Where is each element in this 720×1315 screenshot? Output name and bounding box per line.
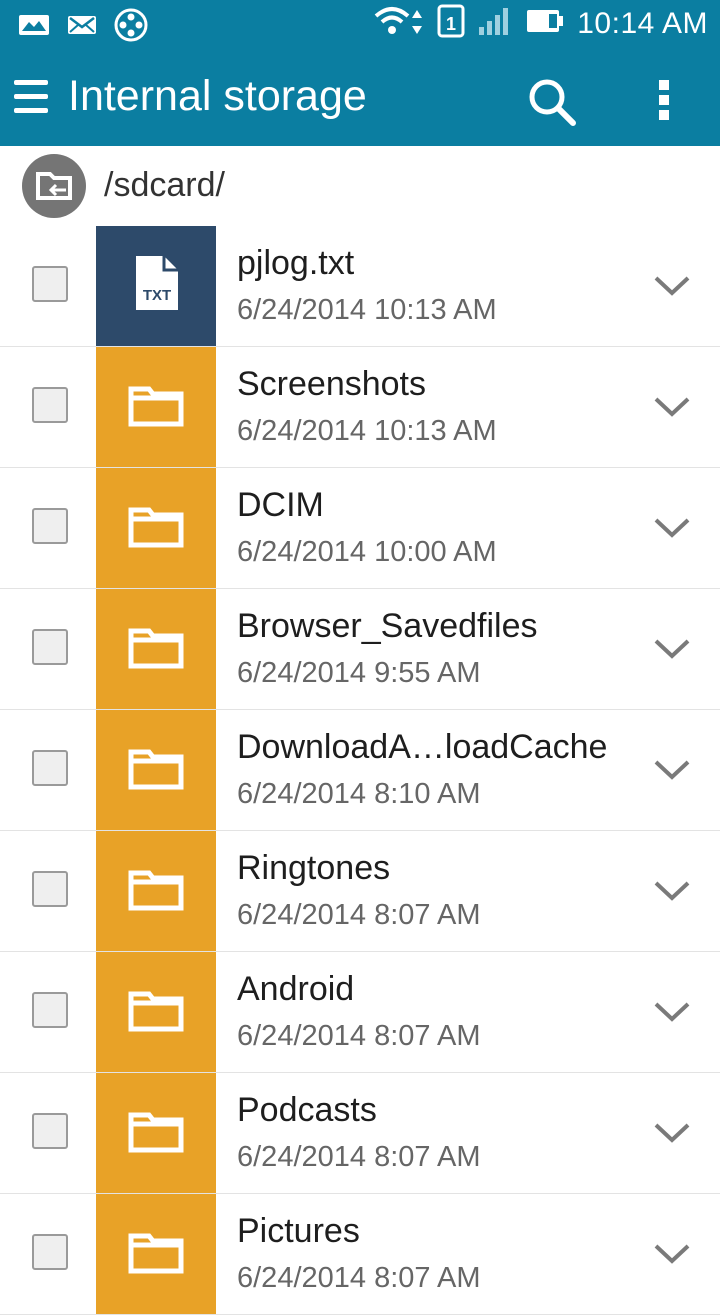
chevron-down-icon [654, 881, 690, 901]
expand-button[interactable] [652, 879, 692, 903]
folder-return-icon [36, 172, 72, 200]
select-checkbox[interactable] [32, 992, 68, 1028]
expand-button[interactable] [652, 395, 692, 419]
chevron-down-icon [654, 760, 690, 780]
status-bar: 1 10:14 AM [0, 0, 720, 50]
file-name: pjlog.txt [237, 244, 355, 282]
chevron-down-icon [654, 276, 690, 296]
folder-thumbnail [96, 1194, 216, 1314]
svg-text:1: 1 [446, 14, 456, 34]
list-item[interactable]: Browser_Savedfiles 6/24/2014 9:55 AM [0, 589, 720, 710]
file-date: 6/24/2014 10:13 AM [237, 294, 497, 326]
select-checkbox[interactable] [32, 1234, 68, 1270]
system-icons: 1 10:14 AM [373, 4, 708, 43]
folder-thumbnail [96, 468, 216, 588]
search-icon [529, 79, 576, 126]
file-list: TXT pjlog.txt 6/24/2014 10:13 AM Screenshot… [0, 226, 720, 1315]
list-item[interactable]: Ringtones 6/24/2014 8:07 AM [0, 831, 720, 952]
select-checkbox[interactable] [32, 266, 68, 302]
clock: 10:14 AM [577, 6, 708, 40]
page-title: Internal storage [68, 72, 367, 120]
chevron-down-icon [654, 397, 690, 417]
file-date: 6/24/2014 8:07 AM [237, 899, 481, 931]
select-checkbox[interactable] [32, 1113, 68, 1149]
text-file-icon: TXT [136, 256, 178, 310]
file-name: Screenshots [237, 365, 426, 403]
file-name: Pictures [237, 1212, 360, 1250]
file-date: 6/24/2014 8:10 AM [237, 778, 481, 810]
expand-button[interactable] [652, 758, 692, 782]
current-path: /sdcard/ [104, 166, 225, 204]
expand-button[interactable] [652, 1242, 692, 1266]
file-date: 6/24/2014 8:07 AM [237, 1020, 481, 1052]
file-date: 6/24/2014 10:00 AM [237, 536, 497, 568]
file-name: DCIM [237, 486, 324, 524]
select-checkbox[interactable] [32, 750, 68, 786]
select-checkbox[interactable] [32, 508, 68, 544]
chevron-down-icon [654, 639, 690, 659]
path-bar: /sdcard/ [0, 146, 720, 227]
path-back-button[interactable] [22, 154, 86, 218]
expand-button[interactable] [652, 1121, 692, 1145]
sim-icon: 1 [437, 4, 465, 43]
file-date: 6/24/2014 8:07 AM [237, 1262, 481, 1294]
chevron-down-icon [654, 518, 690, 538]
notification-icons [18, 8, 148, 47]
email-notification-icon [66, 12, 98, 43]
list-item[interactable]: Android 6/24/2014 8:07 AM [0, 952, 720, 1073]
list-item[interactable]: TXT pjlog.txt 6/24/2014 10:13 AM [0, 226, 720, 347]
more-vert-icon [659, 80, 669, 120]
file-name: Browser_Savedfiles [237, 607, 538, 645]
folder-thumbnail [96, 952, 216, 1072]
media-reel-icon [114, 8, 148, 47]
expand-button[interactable] [652, 274, 692, 298]
select-checkbox[interactable] [32, 629, 68, 665]
select-checkbox[interactable] [32, 387, 68, 423]
folder-thumbnail [96, 1073, 216, 1193]
expand-button[interactable] [652, 516, 692, 540]
battery-icon [525, 8, 565, 39]
wifi-icon [373, 4, 425, 43]
list-item[interactable]: Podcasts 6/24/2014 8:07 AM [0, 1073, 720, 1194]
chevron-down-icon [654, 1123, 690, 1143]
app-bar: Internal storage [0, 50, 720, 146]
folder-thumbnail [96, 831, 216, 951]
folder-thumbnail [96, 589, 216, 709]
file-name: DownloadA…loadCache [237, 728, 608, 766]
chevron-down-icon [654, 1002, 690, 1022]
menu-icon [14, 80, 48, 85]
gallery-notification-icon [18, 12, 50, 43]
chevron-down-icon [654, 1244, 690, 1264]
svg-text:TXT: TXT [143, 287, 171, 304]
folder-thumbnail [96, 710, 216, 830]
file-name: Android [237, 970, 355, 1008]
list-item[interactable]: Pictures 6/24/2014 8:07 AM [0, 1194, 720, 1315]
select-checkbox[interactable] [32, 871, 68, 907]
expand-button[interactable] [652, 637, 692, 661]
navigation-menu-button[interactable] [14, 80, 50, 116]
more-options-button[interactable] [650, 78, 678, 122]
search-button[interactable] [526, 76, 578, 128]
file-name: Podcasts [237, 1091, 377, 1129]
expand-button[interactable] [652, 1000, 692, 1024]
signal-icon [477, 5, 513, 42]
list-item[interactable]: DCIM 6/24/2014 10:00 AM [0, 468, 720, 589]
folder-thumbnail [96, 347, 216, 467]
list-item[interactable]: Screenshots 6/24/2014 10:13 AM [0, 347, 720, 468]
file-thumbnail: TXT [96, 226, 216, 346]
list-item[interactable]: DownloadA…loadCache 6/24/2014 8:10 AM [0, 710, 720, 831]
file-date: 6/24/2014 9:55 AM [237, 657, 481, 689]
file-date: 6/24/2014 10:13 AM [237, 415, 497, 447]
file-date: 6/24/2014 8:07 AM [237, 1141, 481, 1173]
file-name: Ringtones [237, 849, 391, 887]
